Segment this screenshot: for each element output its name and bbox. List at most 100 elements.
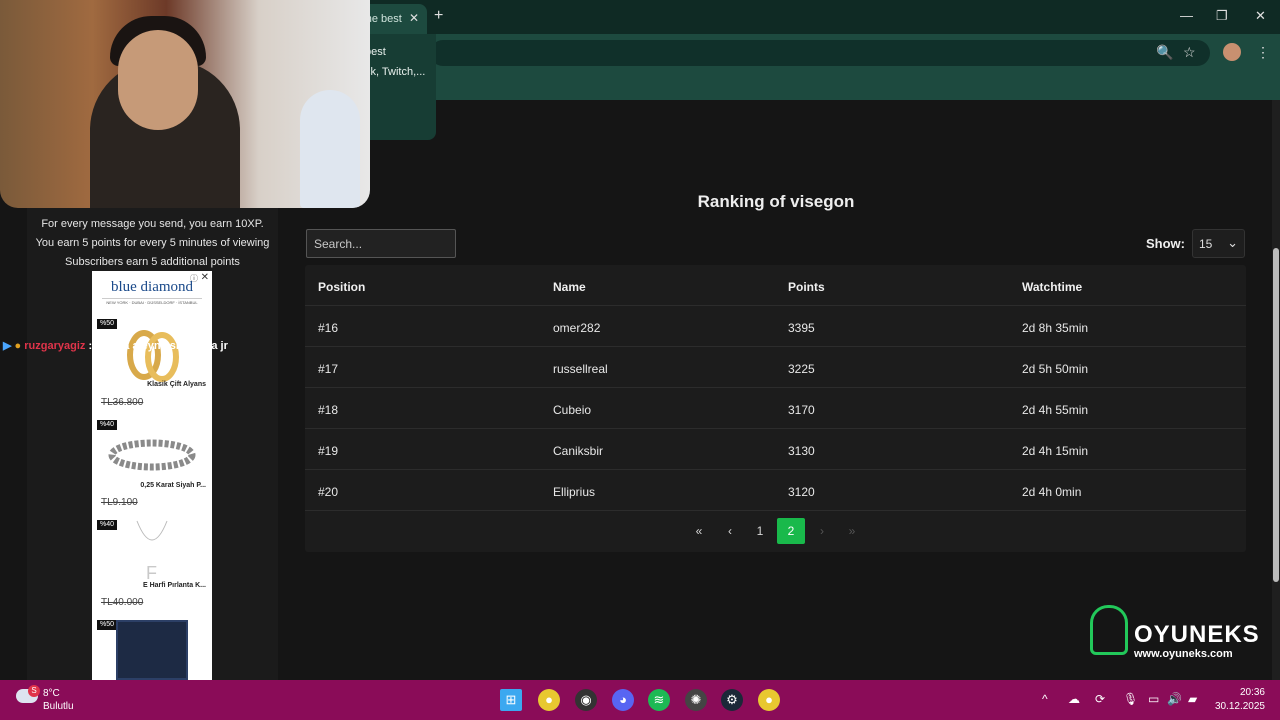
- cell-name: russellreal: [553, 362, 608, 376]
- product-name: 0,25 Karat Siyah P...: [140, 482, 206, 489]
- santa-figurine: [300, 90, 360, 208]
- first-page-button[interactable]: «: [685, 518, 713, 544]
- cell-position: #16: [318, 321, 339, 335]
- network-icon[interactable]: ▭: [1148, 692, 1159, 706]
- address-bar[interactable]: [430, 40, 1210, 66]
- page-1-button[interactable]: 1: [746, 518, 774, 544]
- zoom-icon[interactable]: 🔍: [1156, 44, 1173, 61]
- weather-condition[interactable]: Bulutlu: [43, 701, 74, 712]
- cell-name: Caniksbir: [553, 444, 604, 458]
- product-price: TL40.000: [101, 597, 144, 608]
- page-scrollbar[interactable]: [1272, 100, 1280, 680]
- necklace-image: F: [136, 520, 168, 581]
- window-close-icon[interactable]: ✕: [1255, 8, 1266, 24]
- bookmark-star-icon[interactable]: ☆: [1183, 44, 1196, 61]
- last-page-button[interactable]: »: [838, 518, 866, 544]
- webcam-overlay: [0, 0, 370, 208]
- next-page-button[interactable]: ›: [808, 518, 836, 544]
- pagination: « ‹ 1 2 › »: [305, 518, 1246, 544]
- bracelet-image: [108, 439, 196, 471]
- clock-date[interactable]: 30.12.2025: [1205, 701, 1265, 712]
- cell-name: Cubeio: [553, 403, 592, 417]
- column-header-watchtime[interactable]: Watchtime: [1022, 280, 1082, 294]
- table-row[interactable]: #19 Caniksbir 3130 2d 4h 15min: [305, 429, 1246, 470]
- cell-points: 3170: [788, 403, 815, 417]
- spotify-icon[interactable]: ≋: [648, 689, 670, 711]
- page-2-button[interactable]: 2: [777, 518, 805, 544]
- new-tab-button[interactable]: +: [434, 7, 443, 25]
- microphone-icon[interactable]: 🎙: [1123, 692, 1138, 706]
- table-row[interactable]: #16 omer282 3395 2d 8h 35min: [305, 306, 1246, 347]
- cell-points: 3395: [788, 321, 815, 335]
- page-title: Ranking of visegon: [697, 192, 855, 211]
- prev-page-button[interactable]: ‹: [716, 518, 744, 544]
- ad-brand-cities: NEW YORK · DUBAI · DÜSSELDORF · İSTANBUL: [102, 298, 202, 305]
- ring-image: [127, 330, 179, 382]
- hover-card-title: best: [365, 46, 386, 58]
- chat-message: ▶ ● ruzgaryagiz : aleyna aleyna sr aleyn…: [3, 339, 228, 352]
- streamer-face: [118, 30, 198, 130]
- battery-icon[interactable]: ▰: [1188, 692, 1197, 706]
- ring-product-image: [116, 620, 188, 680]
- cell-name: omer282: [553, 321, 601, 335]
- table-row[interactable]: #17 russellreal 3225 2d 5h 50min: [305, 347, 1246, 388]
- cell-position: #17: [318, 362, 339, 376]
- chrome-profile-icon[interactable]: ●: [758, 689, 780, 711]
- table-header: Position Name Points Watchtime: [305, 265, 1246, 306]
- tray-sync-icon[interactable]: ⟳: [1095, 692, 1105, 706]
- info-line-viewing: You earn 5 points for every 5 minutes of…: [35, 237, 270, 249]
- table-row[interactable]: #18 Cubeio 3170 2d 4h 55min: [305, 388, 1246, 429]
- svg-text:F: F: [146, 563, 157, 581]
- chat-badge-icon: ▶: [3, 340, 12, 352]
- product-name: E Harfi Pırlanta K...: [142, 582, 206, 589]
- chat-text: : aleyna aleyna sr aleyna jr: [88, 340, 228, 352]
- windows-start-icon[interactable]: ⊞: [500, 689, 522, 711]
- tray-chevron-icon[interactable]: ^: [1042, 692, 1048, 706]
- scrollbar-thumb[interactable]: [1273, 248, 1279, 582]
- oyuneks-logo: OYUNEKS www.oyuneks.com: [1090, 605, 1259, 665]
- weather-temperature[interactable]: 8°C: [43, 688, 60, 699]
- cell-points: 3225: [788, 362, 815, 376]
- windows-taskbar: S 8°C Bulutlu ⊞ ● ◉ ◕ ≋ ✺ ⚙ ● ^ ☁ ⟳ 🎙 ▭ …: [0, 680, 1280, 720]
- info-line-xp: For every message you send, you earn 10X…: [41, 218, 264, 230]
- chat-username: ruzgaryagiz: [24, 340, 86, 352]
- column-header-name[interactable]: Name: [553, 280, 586, 294]
- tab-close-icon[interactable]: ✕: [409, 11, 419, 25]
- chevron-down-icon: ⌄: [1227, 235, 1238, 250]
- cell-watchtime: 2d 4h 15min: [1022, 444, 1089, 458]
- product-price: TL9.100: [101, 497, 138, 508]
- show-label: Show:: [1146, 236, 1185, 251]
- cell-points: 3120: [788, 485, 815, 499]
- volume-icon[interactable]: 🔊: [1167, 692, 1182, 706]
- ranking-table: Position Name Points Watchtime #16 omer2…: [305, 265, 1246, 552]
- cell-position: #18: [318, 403, 339, 417]
- chrome-icon[interactable]: ●: [538, 689, 560, 711]
- ad-brand-logo: blue diamond: [110, 279, 194, 295]
- steelseries-icon[interactable]: ✺: [685, 689, 707, 711]
- discord-icon[interactable]: ◕: [612, 689, 634, 711]
- column-header-position[interactable]: Position: [318, 280, 365, 294]
- advertisement[interactable]: ⓘ ✕ blue diamond NEW YORK · DUBAI · DÜSS…: [92, 271, 212, 680]
- search-input[interactable]: [306, 229, 456, 258]
- obs-icon[interactable]: ◉: [575, 689, 597, 711]
- chat-badge-icon: ●: [14, 340, 22, 352]
- column-header-points[interactable]: Points: [788, 280, 825, 294]
- profile-avatar[interactable]: [1223, 43, 1241, 61]
- table-row[interactable]: #20 Elliprius 3120 2d 4h 0min: [305, 470, 1246, 511]
- steam-icon[interactable]: ⚙: [721, 689, 743, 711]
- discount-badge: %40: [97, 420, 117, 430]
- discount-badge: %50: [97, 620, 117, 630]
- cell-watchtime: 2d 4h 0min: [1022, 485, 1082, 499]
- weather-badge: S: [28, 685, 40, 697]
- restore-icon[interactable]: ❐: [1216, 8, 1228, 24]
- minimize-icon[interactable]: —: [1180, 8, 1193, 23]
- mascot-icon: [1090, 605, 1128, 655]
- cell-watchtime: 2d 4h 55min: [1022, 403, 1089, 417]
- page-size-select[interactable]: 15 ⌄: [1192, 229, 1245, 258]
- page-size-value: 15: [1199, 237, 1213, 251]
- menu-kebab-icon[interactable]: ⋮: [1256, 44, 1270, 61]
- clock-time[interactable]: 20:36: [1215, 687, 1265, 698]
- tray-app-icon[interactable]: ☁: [1068, 692, 1080, 706]
- cell-name: Elliprius: [553, 485, 596, 499]
- cell-watchtime: 2d 5h 50min: [1022, 362, 1089, 376]
